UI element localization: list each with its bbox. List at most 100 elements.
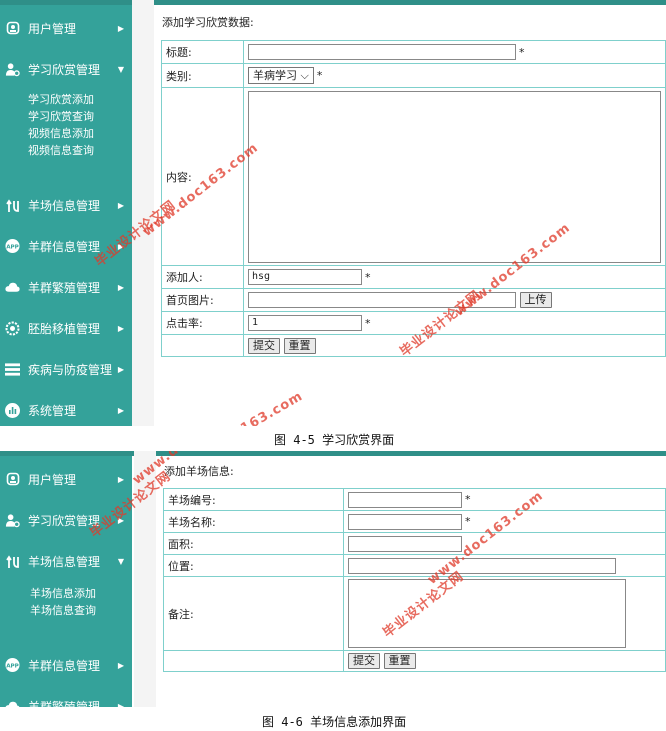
area-label: 面积: [163, 532, 344, 555]
sidebar-item-breeding-management[interactable]: 羊群繁殖管理 ▶ [0, 275, 132, 299]
figure-caption: 图 4-6 羊场信息添加界面 [262, 715, 407, 729]
title-input[interactable] [248, 44, 516, 60]
watermark-url: www.doc163.com [175, 389, 306, 426]
sidebar-item-label: 羊群信息管理 [28, 239, 101, 254]
submenu-video-query[interactable]: 视频信息查询 [28, 142, 94, 158]
user-gear-icon [5, 513, 20, 528]
app-badge-icon: APP [5, 657, 20, 673]
form-heading: 添加学习欣赏数据: [162, 16, 254, 29]
location-label: 位置: [163, 554, 344, 577]
submenu-farm-query[interactable]: 羊场信息查询 [30, 602, 96, 618]
svg-text:APP: APP [6, 244, 19, 250]
sidebar-item-label: 用户管理 [28, 21, 77, 36]
clicks-label: 点击率: [161, 311, 244, 335]
sidebar-item-label: 用户管理 [28, 472, 77, 487]
sidebar-item-label: 系统管理 [28, 403, 77, 418]
chevron-right-icon: ▶ [117, 364, 124, 374]
sidebar-item-label: 学习欣赏管理 [28, 62, 101, 77]
chevron-right-icon: ▶ [117, 660, 124, 670]
sidebar-item-embryo-management[interactable]: 胚胎移植管理 ▶ [0, 316, 132, 340]
settings-ring-icon [5, 321, 20, 336]
chevron-right-icon: ▶ [117, 701, 124, 708]
sidebar-item-label: 羊群繁殖管理 [28, 280, 101, 295]
user-icon [5, 21, 20, 36]
farm-form: 羊场编号: * 羊场名称: * 面积: 位置: 备注: 提交 重置 [163, 488, 666, 672]
sidebar-item-label: 胚胎移植管理 [28, 321, 101, 336]
sidebar-item-label: 羊场信息管理 [28, 554, 101, 569]
area-input[interactable] [348, 535, 462, 552]
figure-caption: 图 4-5 学习欣赏界面 [274, 433, 395, 447]
app-badge-icon: APP [5, 238, 20, 254]
study-appreciation-screenshot: 用户管理 ▶ 学习欣赏管理 ▼ 学习欣赏添加 学习欣赏查询 视频信息添加 视频信… [0, 0, 666, 426]
farm-name-label: 羊场名称: [163, 510, 344, 533]
content-label: 内容: [161, 87, 244, 266]
upload-button[interactable]: 上传 [519, 292, 552, 308]
farm-name-input[interactable] [348, 513, 462, 530]
submenu-study-query[interactable]: 学习欣赏查询 [28, 108, 94, 124]
sidebar-item-farm-management[interactable]: 羊场信息管理 ▶ [0, 193, 132, 217]
adder-label: 添加人: [161, 265, 244, 289]
content-textarea[interactable] [248, 90, 661, 263]
empty-cell [161, 334, 244, 357]
category-select[interactable]: 羊病学习 ⌵ [248, 67, 314, 84]
category-label: 类别: [161, 63, 244, 88]
reset-button[interactable]: 重置 [383, 653, 416, 669]
sidebar: 用户管理 ▶ 学习欣赏管理 ▼ 学习欣赏添加 学习欣赏查询 视频信息添加 视频信… [0, 5, 132, 426]
user-icon [5, 472, 20, 487]
farm-id-input[interactable] [348, 491, 462, 508]
chevron-right-icon: ▶ [117, 282, 124, 292]
bar-chart-icon [5, 402, 20, 418]
chevron-right-icon: ▶ [117, 200, 124, 210]
chevron-right-icon: ▶ [117, 23, 124, 33]
sidebar-item-label: 疾病与防疫管理 [28, 362, 113, 377]
form-heading: 添加羊场信息: [164, 465, 234, 478]
required-mark: * [365, 316, 371, 330]
chevron-down-icon: ▼ [117, 556, 124, 566]
submenu-video-add[interactable]: 视频信息添加 [28, 125, 94, 141]
required-mark: * [465, 493, 471, 506]
farm-id-label: 羊场编号: [163, 488, 344, 511]
required-mark: * [465, 515, 471, 528]
sidebar-item-label: 羊群繁殖管理 [28, 699, 101, 708]
sidebar-item-user-management[interactable]: 用户管理 ▶ [0, 16, 132, 40]
submenu-farm-add[interactable]: 羊场信息添加 [30, 585, 96, 601]
sidebar-item-farm-management[interactable]: 羊场信息管理 ▼ [0, 549, 132, 573]
chevron-right-icon: ▶ [117, 323, 124, 333]
sidebar-item-breeding-management[interactable]: 羊群繁殖管理 ▶ [0, 694, 132, 707]
chevron-right-icon: ▶ [117, 405, 124, 415]
title-label: 标题: [161, 40, 244, 64]
sidebar-item-disease-management[interactable]: 疾病与防疫管理 ▶ [0, 357, 132, 381]
sidebar-item-system-management[interactable]: 系统管理 ▶ [0, 398, 132, 422]
required-mark: * [519, 45, 525, 59]
farm-info-screenshot: 用户管理 ▶ 学习欣赏管理 ▶ 羊场信息管理 ▼ 羊场信息添加 羊场信息查询 A… [0, 451, 666, 707]
cloud-icon [5, 699, 20, 707]
route-icon [5, 198, 20, 213]
sidebar: 用户管理 ▶ 学习欣赏管理 ▶ 羊场信息管理 ▼ 羊场信息添加 羊场信息查询 A… [0, 456, 132, 707]
submit-button[interactable]: 提交 [348, 653, 380, 669]
sidebar-item-flock-management[interactable]: APP 羊群信息管理 ▶ [0, 653, 132, 677]
sidebar-item-user-management[interactable]: 用户管理 ▶ [0, 467, 132, 491]
required-mark: * [365, 270, 371, 284]
clicks-input[interactable]: 1 [248, 315, 362, 331]
chevron-right-icon: ▶ [117, 474, 124, 484]
category-value: 羊病学习 [253, 69, 297, 82]
chevron-down-icon: ⌵ [300, 69, 309, 82]
user-gear-icon [5, 62, 20, 77]
notes-label: 备注: [163, 576, 344, 651]
reset-button[interactable]: 重置 [283, 337, 316, 354]
study-form: 标题: * 类别: 羊病学习 ⌵ * 内容: 添加人: hsg * 首页图片: 上传… [161, 40, 666, 357]
stack-icon [5, 362, 20, 377]
sidebar-item-label: 羊群信息管理 [28, 658, 101, 673]
adder-input[interactable]: hsg [248, 269, 362, 285]
route-icon [5, 554, 20, 569]
required-mark: * [316, 69, 323, 82]
image-label: 首页图片: [161, 288, 244, 312]
sidebar-item-study-management[interactable]: 学习欣赏管理 ▼ [0, 57, 132, 81]
empty-cell [163, 650, 344, 672]
cloud-icon [5, 280, 20, 295]
svg-text:APP: APP [6, 663, 19, 669]
sidebar-item-label: 羊场信息管理 [28, 198, 101, 213]
submit-button[interactable]: 提交 [248, 337, 280, 354]
location-input[interactable] [348, 557, 616, 574]
submenu-study-add[interactable]: 学习欣赏添加 [28, 91, 94, 107]
